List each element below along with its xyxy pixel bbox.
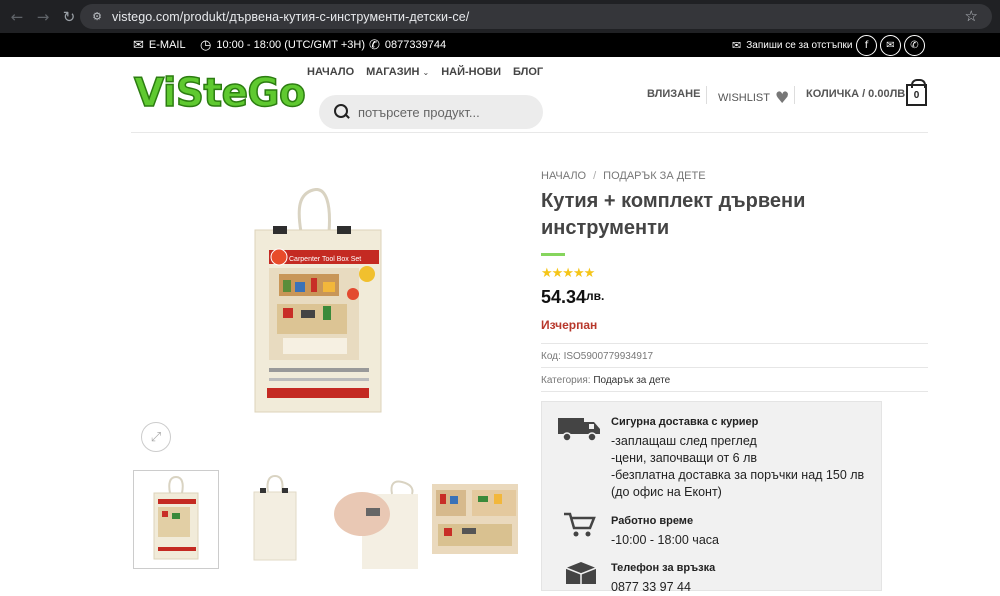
address-bar[interactable]: ⚙ vistego.com/produkt/дървена-кутия-с-ин…	[80, 4, 992, 29]
delivery-line: -заплащаш след преглед	[611, 434, 757, 448]
nav-item-home[interactable]: НАЧАЛО	[307, 66, 354, 78]
stock-status: Изчерпан	[541, 318, 598, 332]
breadcrumb-separator: /	[593, 170, 597, 182]
reload-icon[interactable]: ↻	[56, 4, 82, 30]
forward-icon[interactable]: →	[30, 4, 56, 30]
bookmark-star-icon[interactable]: ☆	[965, 7, 978, 25]
product-thumbnail[interactable]	[133, 470, 219, 569]
nav-item-shop[interactable]: МАГАЗИН ⌄	[366, 66, 429, 78]
phone-social-icon[interactable]: ✆	[904, 35, 925, 56]
search-input[interactable]	[358, 104, 528, 120]
cart-link[interactable]: КОЛИЧКА / 0.00ЛВ.	[806, 88, 908, 100]
browser-toolbar: ← → ↻ ⚙ vistego.com/produkt/дървена-кути…	[0, 0, 1000, 33]
email-label: E-MAIL	[148, 39, 186, 51]
phone-link[interactable]: ✆ 0877339744	[369, 33, 446, 57]
chevron-down-icon: ⌄	[422, 67, 430, 77]
box-icon	[565, 562, 597, 584]
meta-divider	[541, 367, 928, 368]
price-currency: лв.	[586, 289, 605, 303]
meta-divider	[541, 391, 928, 392]
site-info-icon[interactable]: ⚙	[86, 4, 108, 29]
delivery-info-box: Сигурна доставка с куриер -заплащаш след…	[541, 401, 882, 594]
product-sku: Код: ISO5900779934917	[541, 351, 653, 362]
clock-icon: ◷	[200, 37, 212, 53]
wishlist-link[interactable]: WISHLIST ♥	[718, 88, 789, 107]
wishlist-label: WISHLIST	[718, 91, 770, 104]
sku-label: Код:	[541, 351, 561, 362]
login-link[interactable]: ВЛИЗАНЕ	[647, 88, 700, 100]
main-nav: НАЧАЛО МАГАЗИН ⌄ НАЙ-НОВИ БЛОГ	[307, 66, 543, 78]
box-label: Carpenter Tool Box Set	[289, 256, 361, 263]
shopping-cart-icon	[564, 512, 596, 537]
delivery-line: (до офис на Еконт)	[611, 485, 722, 499]
top-info-bar: ✉ E-MAIL ◷ 10:00 - 18:00 (UTC/GMT +3H) ✆…	[0, 33, 1000, 57]
product-thumbnail[interactable]	[232, 470, 318, 569]
search-bar	[319, 95, 543, 129]
facebook-icon[interactable]: f	[856, 35, 877, 56]
subscribe-label: Запиши се за отстъпки	[746, 39, 853, 51]
price-value: 54.34	[541, 287, 587, 307]
sku-value: ISO5900779934917	[563, 351, 654, 362]
search-icon[interactable]	[334, 104, 350, 120]
product-main-image[interactable]: Carpenter Tool Box Set	[253, 188, 383, 414]
phone-title: Телефон за връзка	[611, 562, 716, 574]
breadcrumb-item-category[interactable]: ПОДАРЪК ЗА ДЕТЕ	[603, 170, 705, 182]
category-link[interactable]: Подарък за дете	[593, 375, 670, 386]
nav-item-blog[interactable]: БЛОГ	[513, 66, 543, 78]
subscribe-link[interactable]: ✉ Запиши се за отстъпки	[732, 33, 853, 57]
delivery-line: -безплатна доставка за поръчки над 150 л…	[611, 468, 865, 482]
email-link[interactable]: ✉ E-MAIL	[133, 33, 186, 57]
meta-divider	[541, 343, 928, 344]
product-price: 54.34 лв.	[541, 287, 604, 308]
site-header: ViSteGo НАЧАЛО МАГАЗИН ⌄ НАЙ-НОВИ БЛОГ В…	[0, 57, 1000, 133]
nav-item-newest[interactable]: НАЙ-НОВИ	[441, 66, 501, 78]
nav-item-shop-label: МАГАЗИН	[366, 66, 420, 78]
hours-title: Работно време	[611, 515, 694, 527]
product-title: Кутия + комплект дървени инструменти	[541, 190, 806, 239]
product-thumbnail[interactable]	[332, 470, 418, 569]
hours-info: ◷ 10:00 - 18:00 (UTC/GMT +3H)	[200, 33, 365, 57]
phone-text: 0877 33 97 44	[611, 580, 691, 594]
cart-icon[interactable]: 0	[906, 79, 927, 106]
delivery-line: -цени, започващи от 6 лв	[611, 451, 758, 465]
phone-label: 0877339744	[384, 39, 447, 51]
header-divider-line	[131, 132, 928, 133]
envelope-icon: ✉	[133, 37, 144, 53]
zoom-icon[interactable]: ⤢	[141, 422, 171, 452]
truck-icon	[558, 418, 600, 442]
hours-text: -10:00 - 18:00 часа	[611, 533, 719, 547]
header-divider	[794, 86, 795, 104]
back-icon[interactable]: ←	[4, 4, 30, 30]
url-text[interactable]: vistego.com/produkt/дървена-кутия-с-инст…	[112, 10, 469, 24]
site-logo[interactable]: ViSteGo	[133, 71, 306, 117]
envelope-icon: ✉	[732, 38, 742, 52]
hours-label: 10:00 - 18:00 (UTC/GMT +3H)	[216, 39, 365, 51]
breadcrumb: НАЧАЛО / ПОДАРЪК ЗА ДЕТЕ	[541, 170, 706, 182]
header-divider	[706, 86, 707, 104]
product-category: Категория: Подарък за дете	[541, 375, 670, 386]
product-thumbnail[interactable]	[432, 470, 518, 569]
category-label: Категория:	[541, 375, 591, 386]
breadcrumb-item-home[interactable]: НАЧАЛО	[541, 170, 586, 182]
phone-icon: ✆	[369, 37, 380, 53]
title-underline	[541, 253, 565, 256]
delivery-title: Сигурна доставка с куриер	[611, 416, 759, 428]
rating-stars: ★★★★★	[541, 266, 595, 281]
email-social-icon[interactable]: ✉	[880, 35, 901, 56]
heart-icon: ♥	[774, 88, 790, 107]
